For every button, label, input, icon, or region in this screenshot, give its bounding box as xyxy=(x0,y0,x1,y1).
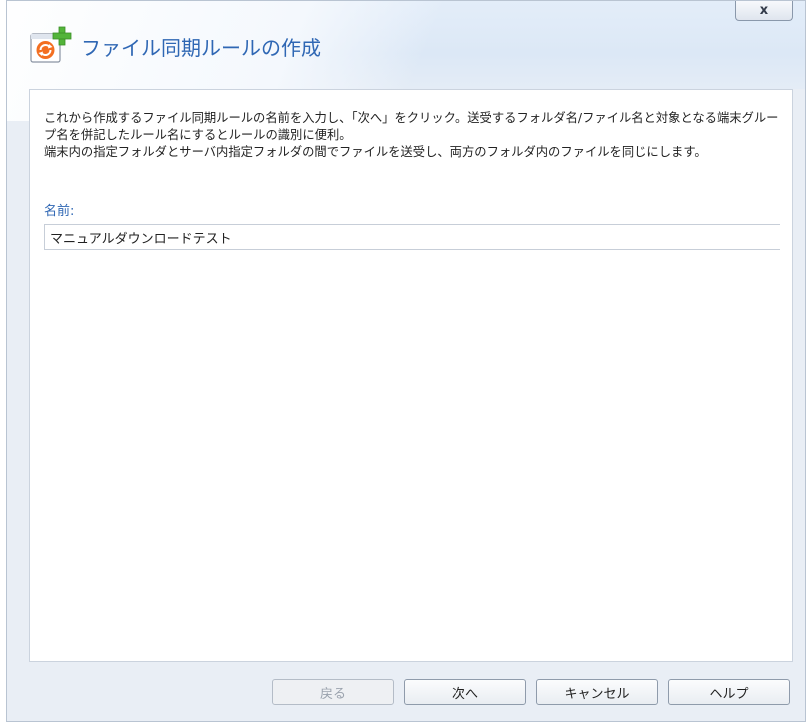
sync-add-icon xyxy=(30,26,72,63)
name-input[interactable] xyxy=(44,224,780,250)
back-button-label: 戻る xyxy=(319,686,346,702)
dialog-title: ファイル同期ルールの作成 xyxy=(81,36,321,60)
next-button-label: 次へ xyxy=(451,686,478,702)
help-button-label: ヘルプ xyxy=(709,686,749,702)
cancel-button[interactable]: キャンセル xyxy=(536,679,658,705)
name-label: 名前: xyxy=(44,204,75,219)
dialog-header: x ファイル同期ルールの作成 xyxy=(7,1,805,121)
cancel-button-label: キャンセル xyxy=(564,686,630,702)
back-button[interactable]: 戻る xyxy=(272,679,394,705)
close-icon: x xyxy=(759,3,769,18)
description: これから作成するファイル同期ルールの名前を入力し、「次へ」をクリック。送受するフ… xyxy=(44,110,784,161)
close-button[interactable]: x xyxy=(735,1,793,21)
help-button[interactable]: ヘルプ xyxy=(668,679,790,705)
dialog-window: x ファイル同期ルールの作成 これから作成するファイル同期ルールの名前を入力し、… xyxy=(6,0,806,722)
description-line-2: 端末内の指定フォルダとサーバ内指定フォルダの間でファイルを送受し、両方のフォルダ… xyxy=(44,145,707,159)
content-panel: これから作成するファイル同期ルールの名前を入力し、「次へ」をクリック。送受するフ… xyxy=(29,89,793,662)
description-line-1: これから作成するファイル同期ルールの名前を入力し、「次へ」をクリック。送受するフ… xyxy=(44,111,779,142)
next-button[interactable]: 次へ xyxy=(404,679,526,705)
